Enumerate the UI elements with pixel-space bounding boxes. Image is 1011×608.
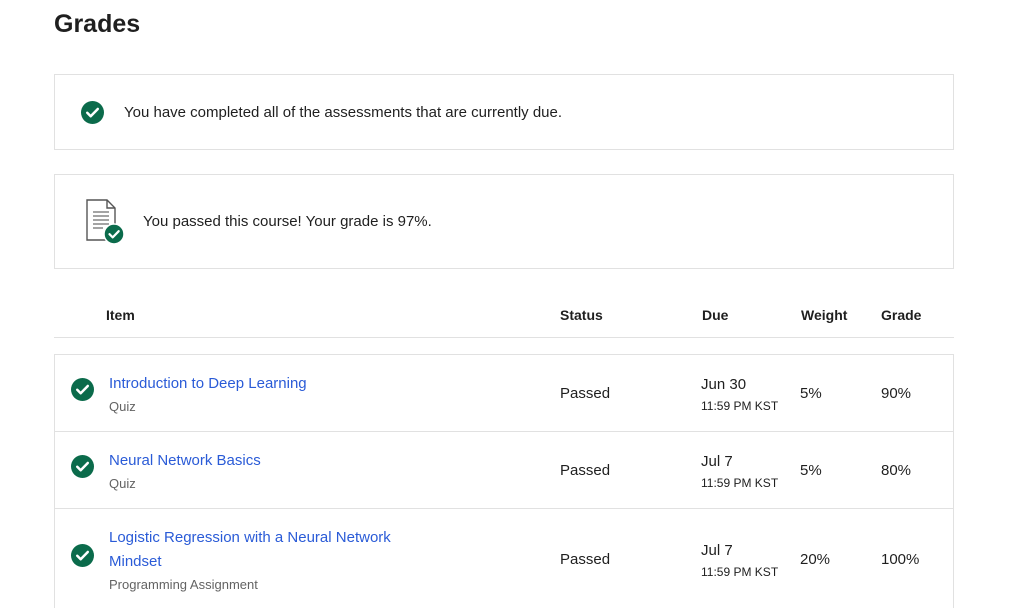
graded-document-icon: [85, 198, 125, 251]
due-date: Jul 7: [701, 453, 733, 470]
completion-message: You have completed all of the assessment…: [124, 104, 563, 121]
item-type: Quiz: [109, 476, 136, 491]
course-passed-notice: You passed this course! Your grade is 97…: [54, 174, 954, 269]
weight-value: 20%: [800, 551, 831, 568]
status-text: Passed: [560, 385, 611, 402]
check-circle-icon: [71, 544, 94, 567]
check-circle-icon: [71, 378, 94, 401]
due-date: Jun 30: [701, 376, 747, 393]
item-type: Programming Assignment: [109, 577, 258, 592]
check-circle-icon: [71, 455, 94, 478]
grades-table: Introduction to Deep Learning Quiz Passe…: [54, 354, 954, 608]
column-header-weight: Weight: [801, 307, 848, 323]
due-time: 11:59 PM KST: [701, 565, 779, 579]
course-passed-message: You passed this course! Your grade is 97…: [143, 213, 432, 230]
column-header-item: Item: [106, 307, 135, 323]
grade-value: 80%: [881, 462, 912, 479]
column-header-grade: Grade: [881, 307, 922, 323]
grade-value: 90%: [881, 385, 912, 402]
grade-value: 100%: [881, 551, 920, 568]
weight-value: 5%: [800, 462, 822, 479]
column-header-due: Due: [702, 307, 729, 323]
item-link[interactable]: Introduction to Deep Learning: [109, 372, 409, 396]
check-circle-icon: [81, 101, 104, 124]
weight-value: 5%: [800, 385, 822, 402]
due-time: 11:59 PM KST: [701, 476, 779, 490]
due-date: Jul 7: [701, 542, 733, 559]
item-type: Quiz: [109, 399, 136, 414]
table-row: Neural Network Basics Quiz Passed Jul 7 …: [55, 432, 953, 509]
completion-notice: You have completed all of the assessment…: [54, 74, 954, 150]
table-row: Logistic Regression with a Neural Networ…: [55, 509, 953, 608]
table-row: Introduction to Deep Learning Quiz Passe…: [55, 355, 953, 432]
item-link[interactable]: Logistic Regression with a Neural Networ…: [109, 526, 409, 574]
page-title: Grades: [54, 10, 141, 38]
grades-table-header: Item Status Due Weight Grade: [54, 300, 954, 338]
status-text: Passed: [560, 462, 611, 479]
column-header-status: Status: [560, 307, 603, 323]
status-text: Passed: [560, 551, 611, 568]
due-time: 11:59 PM KST: [701, 399, 779, 413]
item-link[interactable]: Neural Network Basics: [109, 449, 409, 473]
